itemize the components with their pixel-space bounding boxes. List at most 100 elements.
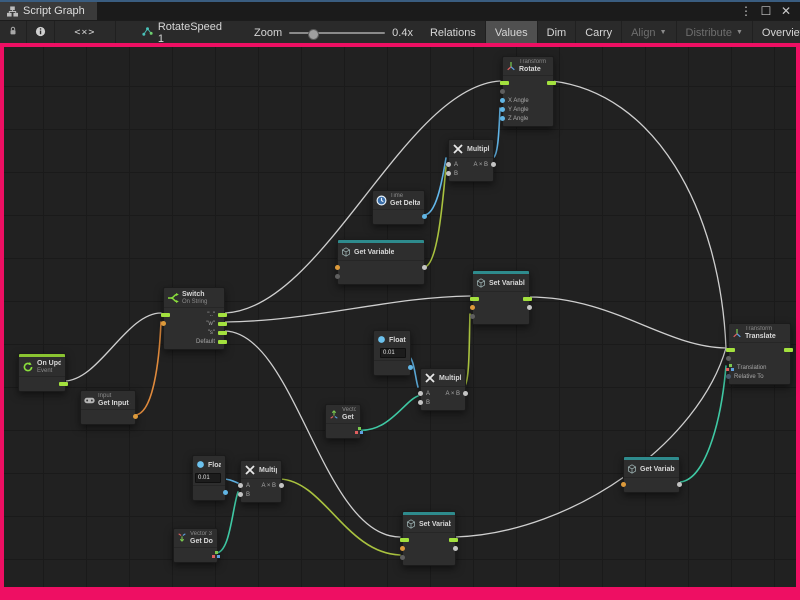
value-port-icon[interactable] bbox=[500, 116, 505, 121]
port-value-right[interactable] bbox=[408, 363, 413, 372]
port-a-b-right[interactable]: A × B bbox=[445, 389, 468, 398]
node-get-input-string[interactable]: InputGet Input String bbox=[80, 390, 136, 425]
node-get-delta-time[interactable]: TimeGet Delta Time bbox=[372, 190, 425, 225]
node-multiply-mid[interactable]: MultiplyABA × B bbox=[420, 368, 466, 411]
edit-source-button[interactable]: <×> bbox=[55, 21, 116, 44]
port-value-left[interactable] bbox=[161, 319, 170, 328]
breadcrumb[interactable]: RotateSpeed 1 bbox=[130, 21, 234, 44]
node-set-variable-mid[interactable]: Set Variable bbox=[472, 270, 530, 325]
node-rotate[interactable]: TransformRotateX AngleY AngleZ Angle bbox=[502, 56, 554, 127]
port-value-right[interactable] bbox=[223, 488, 228, 497]
flow-port-icon[interactable] bbox=[400, 538, 409, 542]
wire-on-update-to-switch-on-string[interactable] bbox=[64, 313, 161, 381]
port-s-right[interactable]: "s" bbox=[208, 328, 227, 337]
tab-script-graph[interactable]: Script Graph bbox=[0, 2, 97, 20]
flow-port-icon[interactable] bbox=[449, 538, 458, 542]
toolbar-button-distribute[interactable]: Distribute▼ bbox=[677, 21, 753, 44]
port-b-left[interactable]: B bbox=[238, 490, 250, 499]
value-port-icon[interactable] bbox=[418, 391, 423, 396]
toolbar-button-relations[interactable]: Relations bbox=[421, 21, 486, 44]
lock-button[interactable] bbox=[0, 21, 27, 44]
port-value-right[interactable] bbox=[355, 426, 363, 435]
value-port-icon[interactable] bbox=[238, 492, 243, 497]
port-value-left[interactable] bbox=[500, 87, 529, 96]
port-value-right[interactable] bbox=[422, 212, 427, 221]
value-port-icon[interactable] bbox=[470, 305, 475, 310]
wire-get-variable-bottom-right-to-translate[interactable] bbox=[678, 366, 726, 482]
port-flow-right[interactable] bbox=[784, 345, 793, 354]
toolbar-button-align[interactable]: Align▼ bbox=[622, 21, 676, 44]
flow-port-icon[interactable] bbox=[161, 313, 170, 317]
port-flow-right[interactable] bbox=[523, 294, 532, 303]
close-icon[interactable]: ✕ bbox=[778, 4, 794, 18]
zoom-slider-knob[interactable] bbox=[308, 29, 319, 40]
port-value-left[interactable] bbox=[335, 272, 340, 281]
node-set-variable-bottom[interactable]: Set Variable bbox=[402, 511, 456, 566]
flow-port-icon[interactable] bbox=[500, 81, 509, 85]
value-port-icon[interactable] bbox=[470, 314, 475, 319]
port-w-right[interactable]: "w" bbox=[206, 319, 227, 328]
port-value-left[interactable] bbox=[621, 480, 626, 489]
port-a-b-right[interactable]: A × B bbox=[473, 160, 496, 169]
value-port-icon[interactable] bbox=[726, 374, 731, 379]
value-port-icon[interactable] bbox=[453, 546, 458, 551]
wire-get-input-string-to-switch-on-string[interactable] bbox=[134, 322, 161, 415]
port-value-right[interactable] bbox=[133, 412, 138, 421]
maximize-icon[interactable]: ☐ bbox=[758, 4, 774, 18]
value-port-icon[interactable] bbox=[500, 107, 505, 112]
value-port-icon[interactable] bbox=[161, 321, 166, 326]
value-port-icon[interactable] bbox=[400, 546, 405, 551]
wire-vector3-get-up-to-multiply-mid[interactable] bbox=[356, 396, 418, 430]
wire-vector3-get-down-to-multiply-bottom[interactable] bbox=[215, 492, 238, 553]
vector3-port-icon[interactable] bbox=[726, 364, 734, 371]
zoom-slider-track[interactable] bbox=[289, 32, 385, 34]
port-flow-left[interactable] bbox=[500, 78, 529, 87]
port-flow-right[interactable] bbox=[547, 78, 556, 87]
port-a-b-right[interactable]: A × B bbox=[261, 481, 284, 490]
node-get-variable-top[interactable]: Get Variable bbox=[337, 239, 425, 285]
port-y-angle-left[interactable]: Y Angle bbox=[500, 105, 529, 114]
window-menu-icon[interactable]: ⋮ bbox=[738, 4, 754, 18]
node-translate[interactable]: TransformTranslateTranslationRelative To bbox=[728, 323, 791, 385]
flow-port-icon[interactable] bbox=[547, 81, 556, 85]
value-port-icon[interactable] bbox=[500, 89, 505, 94]
node-on-update[interactable]: On UpdateEvent bbox=[18, 353, 66, 392]
port-flow-left[interactable] bbox=[161, 310, 170, 319]
flow-port-icon[interactable] bbox=[218, 322, 227, 326]
flow-port-icon[interactable] bbox=[218, 340, 227, 344]
port-a-left[interactable]: A bbox=[446, 160, 458, 169]
value-field[interactable]: 0.01 bbox=[195, 473, 221, 483]
value-port-icon[interactable] bbox=[408, 365, 413, 370]
node-vector3-get-up[interactable]: Vector 3Get Up bbox=[325, 404, 361, 439]
value-port-icon[interactable] bbox=[677, 482, 682, 487]
value-port-icon[interactable] bbox=[422, 214, 427, 219]
node-float-bottom[interactable]: Float0.01 bbox=[192, 455, 226, 501]
wire-rotate-to-translate[interactable] bbox=[552, 81, 726, 348]
vector3-port-icon[interactable] bbox=[355, 427, 363, 434]
value-port-icon[interactable] bbox=[500, 98, 505, 103]
port-translation-left[interactable]: Translation bbox=[726, 363, 766, 372]
flow-port-icon[interactable] bbox=[218, 313, 227, 317]
value-port-icon[interactable] bbox=[418, 400, 423, 405]
wire-set-variable-mid-to-translate[interactable] bbox=[529, 297, 726, 348]
port-flow-right[interactable] bbox=[59, 379, 68, 388]
toolbar-button-dim[interactable]: Dim bbox=[538, 21, 577, 44]
port-value-right[interactable] bbox=[212, 550, 220, 559]
port-b-left[interactable]: B bbox=[418, 398, 430, 407]
port-value-right[interactable] bbox=[453, 544, 458, 553]
port-relative-to-left[interactable]: Relative To bbox=[726, 372, 766, 381]
port-value-left[interactable] bbox=[335, 263, 340, 272]
flow-port-icon[interactable] bbox=[470, 297, 479, 301]
node-multiply-bottom[interactable]: MultiplyABA × B bbox=[240, 460, 282, 503]
graph-canvas[interactable]: On UpdateEvent InputGet Input String Switc… bbox=[0, 43, 800, 600]
flow-port-icon[interactable] bbox=[218, 331, 227, 335]
value-port-icon[interactable] bbox=[400, 555, 405, 560]
node-switch-on-string[interactable]: SwitchOn String"..""w""s"Default bbox=[163, 287, 225, 350]
port-value-right[interactable] bbox=[677, 480, 682, 489]
toolbar-button-overview[interactable]: Overview bbox=[753, 21, 800, 44]
port-value-left[interactable] bbox=[470, 312, 479, 321]
flow-port-icon[interactable] bbox=[726, 348, 735, 352]
port-value-left[interactable] bbox=[726, 354, 766, 363]
node-float-mid[interactable]: Float0.01 bbox=[373, 330, 411, 376]
value-port-icon[interactable] bbox=[446, 171, 451, 176]
